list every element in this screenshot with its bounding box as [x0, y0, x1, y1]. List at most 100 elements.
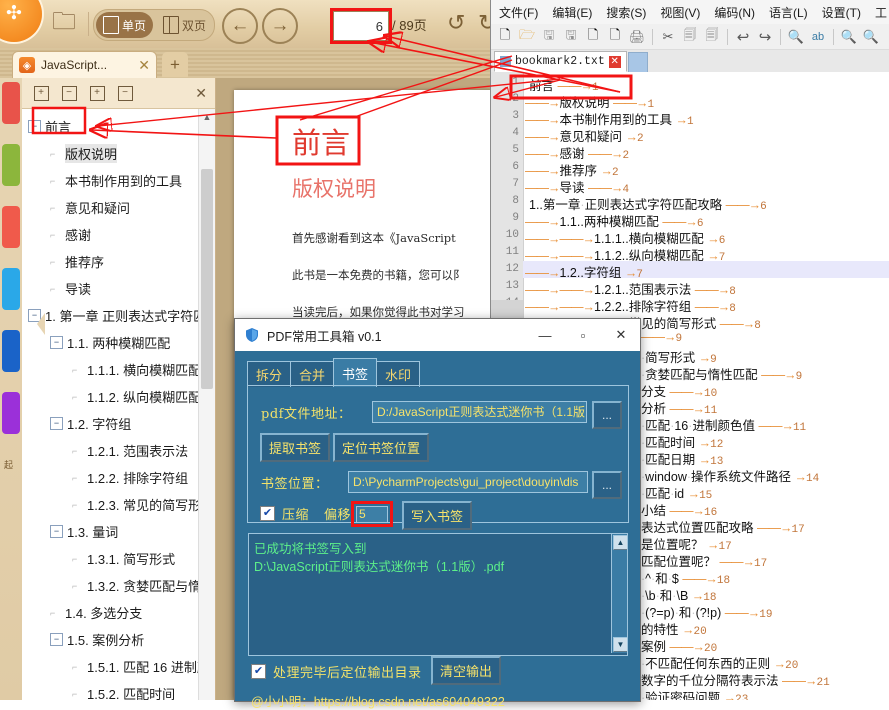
dual-page-button[interactable]: 双页: [156, 12, 213, 38]
tree-expander-icon[interactable]: −: [50, 525, 63, 538]
tree-expander-icon[interactable]: −: [28, 309, 41, 322]
tree-leaf-icon[interactable]: ⌐: [72, 500, 83, 510]
tree-expander-icon[interactable]: −: [50, 417, 63, 430]
bookmark-item-9[interactable]: ⌐ 1.1.1. 横向模糊匹配: [22, 356, 198, 383]
bookmark-item-17[interactable]: ⌐ 1.3.2. 贪婪匹配与惰性: [22, 572, 198, 599]
tree-leaf-icon[interactable]: ⌐: [50, 284, 61, 294]
bookmark-item-3[interactable]: ⌐ 意见和疑问: [22, 194, 198, 221]
arrow-right-icon[interactable]: →: [262, 8, 298, 44]
dialog-tab-3[interactable]: 水印: [376, 361, 421, 387]
rail-item-5[interactable]: [2, 330, 20, 372]
bookmark-item-5[interactable]: ⌐ 推荐序: [22, 248, 198, 275]
editor-line-cont-0[interactable]: ——→9: [641, 330, 682, 345]
tree-leaf-icon[interactable]: ⌐: [72, 365, 83, 375]
rail-item-4[interactable]: [2, 268, 20, 310]
tab-secondary[interactable]: [628, 52, 648, 73]
add-bookmark-icon[interactable]: +: [88, 84, 106, 102]
page-number-input[interactable]: [333, 11, 389, 41]
locate-bookmark-button[interactable]: 定位书签位置: [333, 433, 430, 462]
bookmark-item-11[interactable]: −1.2. 字符组: [22, 410, 198, 437]
bookmark-item-0[interactable]: − 前言: [22, 113, 198, 140]
bookmark-item-13[interactable]: ⌐ 1.2.2. 排除字符组: [22, 464, 198, 491]
rail-item-6[interactable]: [2, 392, 20, 434]
rail-item-2[interactable]: [2, 144, 20, 186]
bookmark-scrollbar[interactable]: ▲: [198, 109, 215, 700]
menu-item-4[interactable]: 编码(N): [714, 4, 755, 21]
paste-icon[interactable]: 🗐: [702, 27, 722, 47]
zoom-out-icon[interactable]: 🔍: [861, 27, 881, 47]
pdf-document-tab[interactable]: ◈ JavaScript... ✕: [12, 51, 157, 78]
dialog-tab-0[interactable]: 拆分: [247, 361, 292, 387]
menu-item-7[interactable]: 工: [875, 4, 887, 21]
redo-icon[interactable]: ↪: [755, 27, 775, 47]
tree-expander-icon[interactable]: −: [50, 633, 63, 646]
tree-leaf-icon[interactable]: ⌐: [72, 446, 83, 456]
bookmark-item-19[interactable]: −1.5. 案例分析: [22, 626, 198, 653]
close-button[interactable]: ✕: [602, 319, 640, 351]
menu-item-3[interactable]: 视图(V): [660, 4, 700, 21]
bookmark-item-14[interactable]: ⌐ 1.2.3. 常见的简写形式: [22, 491, 198, 518]
bookmark-path-browse-button[interactable]: ...: [592, 471, 622, 499]
scroll-up-icon[interactable]: ▲: [199, 109, 215, 125]
scrollbar-thumb[interactable]: [201, 169, 213, 389]
menu-item-6[interactable]: 设置(T): [822, 4, 861, 21]
undo-icon[interactable]: ↩: [733, 27, 753, 47]
folder-open-icon[interactable]: 🗀: [45, 8, 83, 40]
tree-leaf-icon[interactable]: ⌐: [72, 473, 83, 483]
replace-icon[interactable]: ab: [808, 27, 828, 47]
new-tab-button[interactable]: +: [162, 52, 188, 77]
locate-after-checkbox[interactable]: ✔: [251, 664, 266, 679]
bookmark-item-4[interactable]: ⌐ 感谢: [22, 221, 198, 248]
bookmark-tree[interactable]: − 前言 ⌐ 版权说明 ⌐ 本书制作用到的工具 ⌐ 意见和疑问 ⌐ 感谢 ⌐ 推荐序 ⌐ 导读 −1. 第一…: [22, 109, 198, 700]
tree-leaf-icon[interactable]: ⌐: [72, 689, 83, 699]
tree-leaf-icon[interactable]: ⌐: [50, 149, 61, 159]
tree-leaf-icon[interactable]: ⌐: [72, 662, 83, 672]
dialog-tab-2[interactable]: 书签: [333, 358, 378, 387]
rail-collapse-label[interactable]: 起: [4, 458, 13, 471]
close-all-icon[interactable]: 🗋: [605, 27, 625, 47]
rail-item-1[interactable]: [2, 82, 20, 124]
write-bookmark-button[interactable]: 写入书签: [402, 501, 473, 530]
bookmark-path-input[interactable]: D:\PycharmProjects\gui_project\douyin\di…: [348, 471, 588, 493]
clear-output-button[interactable]: 清空输出: [431, 656, 502, 685]
editor-line-cont-21[interactable]: ·验证密码问题 →23: [641, 687, 748, 700]
new-file-icon[interactable]: 🗋: [495, 27, 515, 47]
rail-item-3[interactable]: [2, 206, 20, 248]
bookmark-item-7[interactable]: −1. 第一章 正则表达式字符匹: [22, 302, 198, 329]
find-icon[interactable]: 🔍: [786, 27, 806, 47]
output-textarea[interactable]: 已成功将书签写入到 D:\JavaScript正则表达式迷你书（1.1版）.pd…: [248, 533, 628, 656]
dialog-tab-1[interactable]: 合并: [290, 361, 335, 387]
bookmark-item-6[interactable]: ⌐ 导读: [22, 275, 198, 302]
tree-expander-icon[interactable]: −: [28, 120, 41, 133]
copy-icon[interactable]: 🗐: [680, 27, 700, 47]
remove-bookmark-icon[interactable]: −: [116, 84, 134, 102]
print-icon[interactable]: 🖨: [627, 27, 647, 47]
arrow-left-icon[interactable]: ←: [222, 8, 258, 44]
undo-icon[interactable]: ↺: [447, 10, 465, 36]
tree-leaf-icon[interactable]: ⌐: [72, 581, 83, 591]
compress-checkbox[interactable]: ✔: [260, 506, 275, 521]
pdf-path-input[interactable]: D:/JavaScript正则表达式迷你书（1.1版: [372, 401, 587, 423]
tree-leaf-icon[interactable]: ⌐: [50, 608, 61, 618]
close-file-icon[interactable]: 🗋: [583, 27, 603, 47]
offset-input[interactable]: 5: [356, 506, 388, 523]
menu-item-1[interactable]: 编辑(E): [552, 4, 592, 21]
tree-leaf-icon[interactable]: ⌐: [50, 257, 61, 267]
bookmark-item-16[interactable]: ⌐ 1.3.1. 简写形式: [22, 545, 198, 572]
bookmark-item-18[interactable]: ⌐ 1.4. 多选分支: [22, 599, 198, 626]
bookmark-item-20[interactable]: ⌐ 1.5.1. 匹配 16 进制颜: [22, 653, 198, 680]
tab-bookmark2-txt[interactable]: bookmark2.txt ✕: [494, 51, 627, 72]
tree-leaf-icon[interactable]: ⌐: [72, 554, 83, 564]
maximize-button[interactable]: ▫: [564, 319, 602, 351]
tree-leaf-icon[interactable]: ⌐: [50, 176, 61, 186]
tree-expander-icon[interactable]: −: [50, 336, 63, 349]
single-page-button[interactable]: 单页: [96, 12, 154, 38]
minimize-button[interactable]: —: [526, 319, 564, 351]
expand-all-icon[interactable]: +: [32, 84, 50, 102]
zoom-in-icon[interactable]: 🔍: [839, 27, 859, 47]
scroll-up-icon[interactable]: ▲: [613, 535, 627, 550]
cut-icon[interactable]: ✂: [658, 27, 678, 47]
bookmark-item-12[interactable]: ⌐ 1.2.1. 范围表示法: [22, 437, 198, 464]
close-icon[interactable]: ✕: [608, 55, 621, 68]
bookmark-item-21[interactable]: ⌐ 1.5.2. 匹配时间: [22, 680, 198, 700]
